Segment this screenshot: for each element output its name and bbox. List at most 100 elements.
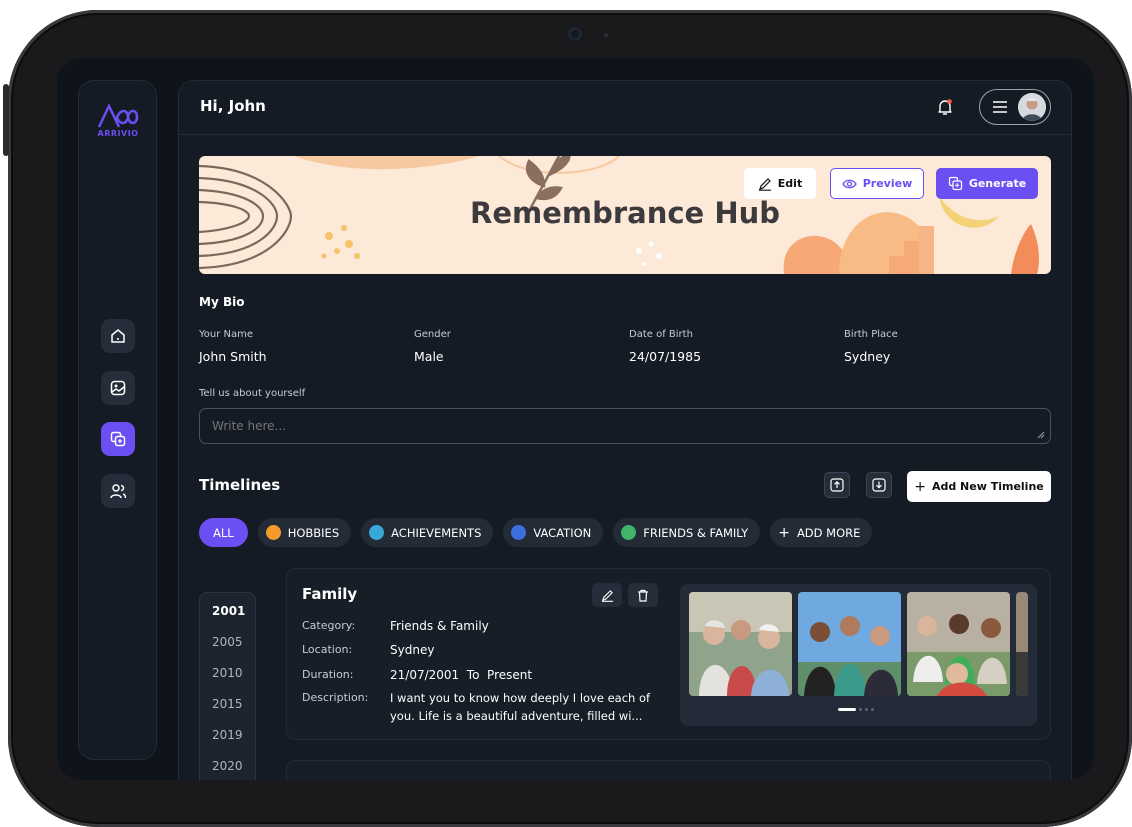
logo-icon xyxy=(97,103,139,128)
about-input[interactable] xyxy=(199,408,1051,444)
add-timeline-label: Add New Timeline xyxy=(931,480,1044,493)
chip-label: FRIENDS & FAMILY xyxy=(643,525,749,540)
chip-hobbies[interactable]: HOBBIES xyxy=(257,518,352,547)
carousel-dot[interactable] xyxy=(859,708,862,711)
generate-button[interactable]: Generate xyxy=(936,168,1038,199)
chip-achievements[interactable]: ACHIEVEMENTS xyxy=(361,518,494,547)
users-icon xyxy=(110,484,127,499)
field-value: 24/07/1985 xyxy=(629,349,702,364)
location-value: Sydney xyxy=(390,643,435,657)
trash-icon xyxy=(638,589,648,602)
chip-friends-family[interactable]: FRIENDS & FAMILY xyxy=(613,518,761,547)
sidebar-item-gallery[interactable] xyxy=(101,371,135,405)
field-value: Sydney xyxy=(844,349,891,364)
year-item[interactable]: 2010 xyxy=(200,665,255,696)
sidebar: ARRIVIO xyxy=(78,80,157,760)
year-item[interactable]: 2015 xyxy=(200,696,255,727)
upload-button[interactable] xyxy=(824,472,850,498)
field-value: John Smith xyxy=(199,349,267,364)
hamburger-icon xyxy=(993,101,1007,113)
field-name: Your Name John Smith xyxy=(199,329,267,364)
pencil-icon xyxy=(601,589,613,602)
copy-add-icon xyxy=(948,176,962,191)
sensor-dot xyxy=(604,33,608,37)
about-label: Tell us about yourself xyxy=(199,388,306,399)
field-gender: Gender Male xyxy=(414,329,451,364)
main-panel: Hi, John Remembrance Hub Edit Preview Ge… xyxy=(178,80,1072,780)
card-delete-button[interactable] xyxy=(628,583,658,607)
card-edit-button[interactable] xyxy=(592,583,622,607)
year-item[interactable]: 2001 xyxy=(200,603,255,634)
description-value: I want you to know how deeply I love eac… xyxy=(390,691,651,723)
friends-family-icon xyxy=(621,525,637,540)
copy-add-icon xyxy=(110,431,126,447)
gallery-icon xyxy=(110,380,126,396)
description-label: Description: xyxy=(302,691,369,704)
preview-button[interactable]: Preview xyxy=(830,168,924,199)
upload-icon xyxy=(830,478,844,492)
app-logo[interactable]: ARRIVIO xyxy=(97,103,139,143)
chip-add-more[interactable]: + ADD MORE xyxy=(770,518,873,547)
photo-3[interactable] xyxy=(907,592,1010,696)
photo-2[interactable] xyxy=(798,592,901,696)
profile-menu-button[interactable] xyxy=(979,89,1051,125)
card-title: Family xyxy=(302,585,358,603)
eye-icon xyxy=(841,179,857,188)
resize-handle-icon[interactable] xyxy=(1037,431,1045,439)
download-button[interactable] xyxy=(866,472,892,498)
category-value: Friends & Family xyxy=(390,619,489,633)
add-new-timeline-button[interactable]: + Add New Timeline xyxy=(907,471,1051,502)
screen: ARRIVIO Hi, John Remembrance Hub Edit Pr… xyxy=(57,58,1094,780)
chip-label: ALL xyxy=(213,525,234,540)
duration-label: Duration: xyxy=(302,668,354,681)
carousel-dot[interactable] xyxy=(871,708,874,711)
plus-icon: + xyxy=(914,478,926,495)
hobbies-icon xyxy=(265,525,281,540)
field-value: Male xyxy=(414,349,444,364)
sidebar-item-timeline[interactable] xyxy=(101,422,135,456)
page-title: Hi, John xyxy=(200,97,266,115)
achievements-icon xyxy=(369,525,385,540)
bio-heading: My Bio xyxy=(199,295,245,309)
chip-label: VACATION xyxy=(533,525,592,540)
field-birthplace: Birth Place Sydney xyxy=(844,329,898,364)
field-label: Your Name xyxy=(199,329,254,340)
location-label: Location: xyxy=(302,643,353,656)
year-item[interactable]: 2020 xyxy=(200,758,255,780)
year-list: 2001 2005 2010 2015 2019 2020 xyxy=(199,592,256,780)
chip-label: ACHIEVEMENTS xyxy=(391,525,482,540)
plus-icon: + xyxy=(778,524,790,541)
carousel-dot-active[interactable] xyxy=(838,708,856,711)
photo-carousel[interactable] xyxy=(680,584,1037,726)
camera-icon xyxy=(568,27,582,41)
topbar: Hi, John xyxy=(179,81,1071,135)
field-dob: Date of Birth 24/07/1985 xyxy=(629,329,701,364)
chip-all[interactable]: ALL xyxy=(199,518,248,547)
chip-vacation[interactable]: VACATION xyxy=(503,518,604,547)
logo-text: ARRIVIO xyxy=(97,129,139,138)
notification-button[interactable] xyxy=(935,97,955,121)
photo-1[interactable] xyxy=(689,592,792,696)
timeline-card: Family Category: Friends & Family Locati… xyxy=(286,568,1051,740)
edit-button-label: Edit xyxy=(777,177,803,190)
year-item[interactable]: 2019 xyxy=(200,727,255,758)
duration-value: 21/07/2001 To Present xyxy=(390,668,533,682)
home-icon xyxy=(111,329,125,343)
field-label: Date of Birth xyxy=(629,329,693,340)
pencil-icon xyxy=(758,177,771,191)
edit-button[interactable]: Edit xyxy=(744,168,816,199)
generate-button-label: Generate xyxy=(968,177,1027,190)
year-item[interactable]: 2005 xyxy=(200,634,255,665)
download-icon xyxy=(872,478,886,492)
bell-icon xyxy=(938,99,952,115)
timelines-heading: Timelines xyxy=(199,476,281,494)
category-label: Category: xyxy=(302,619,356,632)
banner-title: Remembrance Hub xyxy=(469,196,780,230)
photo-4-partial[interactable] xyxy=(1016,592,1028,696)
carousel-dot[interactable] xyxy=(865,708,868,711)
avatar-image xyxy=(1018,93,1046,121)
device-side-button xyxy=(3,84,9,156)
chip-label: HOBBIES xyxy=(287,525,340,540)
sidebar-item-home[interactable] xyxy=(101,319,135,353)
sidebar-item-users[interactable] xyxy=(101,474,135,508)
